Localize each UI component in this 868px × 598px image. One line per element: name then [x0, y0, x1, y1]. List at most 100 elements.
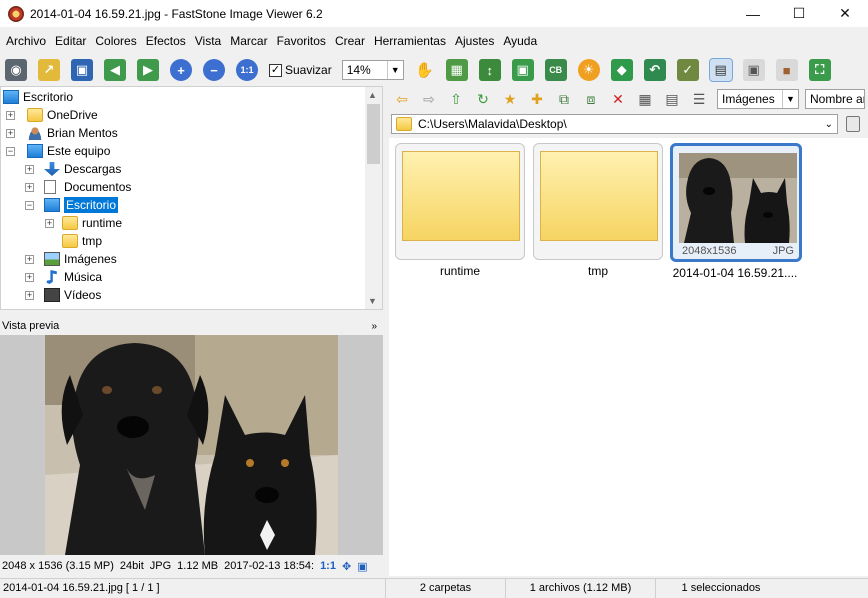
path-value[interactable]: C:\Users\Malavida\Desktop\: [418, 117, 567, 131]
tree-item-brian-mentos[interactable]: + Brian Mentos: [6, 124, 118, 142]
menu-colores[interactable]: Colores: [92, 34, 139, 48]
menu-herramientas[interactable]: Herramientas: [371, 34, 449, 48]
zoom-out-icon[interactable]: −: [203, 59, 225, 81]
move-to-icon[interactable]: ⧈: [582, 90, 600, 108]
collapse-icon[interactable]: −: [6, 146, 15, 156]
zoom-in-icon[interactable]: +: [170, 59, 192, 81]
layout-1-icon[interactable]: ▤: [708, 58, 733, 82]
fullscreen-icon[interactable]: ⛶: [808, 59, 831, 81]
folder-tree[interactable]: Escritorio + OneDrive + Brian Mentos − E…: [0, 86, 383, 310]
expand-icon[interactable]: +: [25, 254, 34, 264]
layout-2-icon[interactable]: ▣: [742, 59, 765, 81]
sort-select[interactable]: Nombre ar: [805, 89, 865, 109]
expand-icon[interactable]: +: [25, 272, 34, 282]
chevron-down-icon[interactable]: ▼: [782, 90, 798, 108]
scrollbar-thumb[interactable]: [367, 104, 380, 164]
save-icon[interactable]: ▣: [71, 59, 93, 81]
scroll-up-icon[interactable]: ▲: [368, 90, 377, 100]
menu-editar[interactable]: Editar: [52, 34, 89, 48]
trash-icon[interactable]: [846, 116, 860, 132]
expand-icon[interactable]: +: [6, 110, 15, 120]
tree-item-tmp[interactable]: tmp: [62, 232, 102, 250]
menu-archivo[interactable]: Archivo: [3, 34, 49, 48]
menu-crear[interactable]: Crear: [332, 34, 368, 48]
tree-item-musica[interactable]: + Música: [25, 268, 102, 286]
collapse-chevron-icon[interactable]: »: [371, 321, 377, 332]
expand-icon[interactable]: +: [45, 218, 54, 228]
image-filesize: 1.12 MB: [177, 560, 219, 572]
slideshow-icon[interactable]: ▦: [445, 59, 468, 81]
prev-image-icon[interactable]: ◀: [104, 59, 126, 81]
thumbnail-area[interactable]: runtime tmp 2048x1536 JPG 2014-01-04 16.…: [389, 138, 868, 576]
next-image-icon[interactable]: ▶: [137, 59, 159, 81]
thumbnail-frame: [533, 143, 663, 260]
view-filter-select[interactable]: Imágenes ▼: [717, 89, 799, 109]
expand-icon[interactable]: +: [25, 290, 34, 300]
tree-scrollbar[interactable]: ▲ ▼: [365, 87, 382, 309]
expand-icon[interactable]: +: [6, 128, 15, 138]
tree-item-este-equipo[interactable]: − Este equipo: [6, 142, 110, 160]
collapse-icon[interactable]: −: [25, 200, 34, 210]
menu-marcar[interactable]: Marcar: [227, 34, 270, 48]
chevron-down-icon[interactable]: ⌄: [825, 119, 833, 130]
tree-item-onedrive[interactable]: + OneDrive: [6, 106, 98, 124]
scroll-down-icon[interactable]: ▼: [368, 296, 377, 306]
actual-size-icon[interactable]: 1:1: [236, 59, 258, 81]
status-bar: 2014-01-04 16.59.21.jpg [ 1 / 1 ] 2 carp…: [0, 578, 868, 598]
preview-image: [45, 335, 338, 555]
menu-ayuda[interactable]: Ayuda: [500, 34, 540, 48]
folder-icon: [27, 108, 43, 122]
tree-item-descargas[interactable]: + Descargas: [25, 160, 121, 178]
favorite-folder-icon[interactable]: ★: [501, 90, 519, 108]
open-folder-icon[interactable]: ↗: [38, 59, 60, 81]
cb-icon[interactable]: CB: [544, 59, 567, 81]
maximize-button[interactable]: ☐: [776, 0, 822, 27]
fullscreen-preview-icon[interactable]: ▣: [357, 560, 367, 573]
crop-icon[interactable]: ▣: [511, 59, 534, 81]
layout-3-icon[interactable]: ■: [775, 59, 798, 81]
stamp-icon[interactable]: ◆: [610, 59, 633, 81]
pc-icon: [27, 144, 43, 158]
smooth-checkbox[interactable]: ✓ Suavizar: [269, 63, 332, 77]
menu-ajustes[interactable]: Ajustes: [452, 34, 497, 48]
tree-item-documentos[interactable]: + Documentos: [25, 178, 131, 196]
brightness-icon[interactable]: ☀: [577, 59, 600, 81]
fit-icon[interactable]: ✥: [342, 560, 351, 573]
copy-to-icon[interactable]: ⧉: [555, 90, 573, 108]
list-view-icon[interactable]: ▤: [663, 90, 681, 108]
back-arrow-icon[interactable]: ⇦: [393, 90, 411, 108]
up-folder-icon[interactable]: ⇧: [447, 90, 465, 108]
menu-vista[interactable]: Vista: [192, 34, 224, 48]
delete-icon[interactable]: ✕: [609, 90, 627, 108]
tree-item-escritorio[interactable]: − Escritorio: [25, 196, 119, 214]
thumbnails-view-icon[interactable]: ▦: [636, 90, 654, 108]
new-folder-icon[interactable]: ✚: [528, 90, 546, 108]
minimize-button[interactable]: —: [730, 0, 776, 27]
checklist-icon[interactable]: ✓: [676, 59, 699, 81]
hand-icon[interactable]: ✋: [414, 59, 436, 81]
thumbnail-label: runtime: [439, 264, 480, 278]
folder-icon: [396, 117, 412, 131]
tree-item-videos[interactable]: + Vídeos: [25, 286, 101, 304]
expand-icon[interactable]: +: [25, 164, 34, 174]
camera-icon[interactable]: ◉: [5, 59, 27, 81]
undo-icon[interactable]: ↶: [643, 59, 666, 81]
tree-item-escritorio-root[interactable]: Escritorio: [3, 88, 73, 106]
expand-icon[interactable]: +: [25, 182, 34, 192]
zoom-ratio[interactable]: 1:1: [320, 560, 336, 572]
details-view-icon[interactable]: ☰: [690, 90, 708, 108]
zoom-select[interactable]: 14% ▼: [341, 60, 404, 80]
document-icon: [44, 180, 56, 194]
close-button[interactable]: ✕: [822, 0, 868, 27]
tree-item-label: Imágenes: [64, 252, 117, 266]
menu-efectos[interactable]: Efectos: [143, 34, 189, 48]
chevron-down-icon[interactable]: ▼: [386, 61, 403, 79]
path-bar[interactable]: C:\Users\Malavida\Desktop\ ⌄: [391, 114, 838, 134]
refresh-icon[interactable]: ↻: [474, 90, 492, 108]
resize-icon[interactable]: ↕: [478, 59, 501, 81]
tree-item-runtime[interactable]: + runtime: [45, 214, 122, 232]
forward-arrow-icon[interactable]: ⇨: [420, 90, 438, 108]
smooth-checkbox-box[interactable]: ✓: [269, 63, 282, 77]
menu-favoritos[interactable]: Favoritos: [274, 34, 329, 48]
tree-item-imagenes[interactable]: + Imágenes: [25, 250, 117, 268]
